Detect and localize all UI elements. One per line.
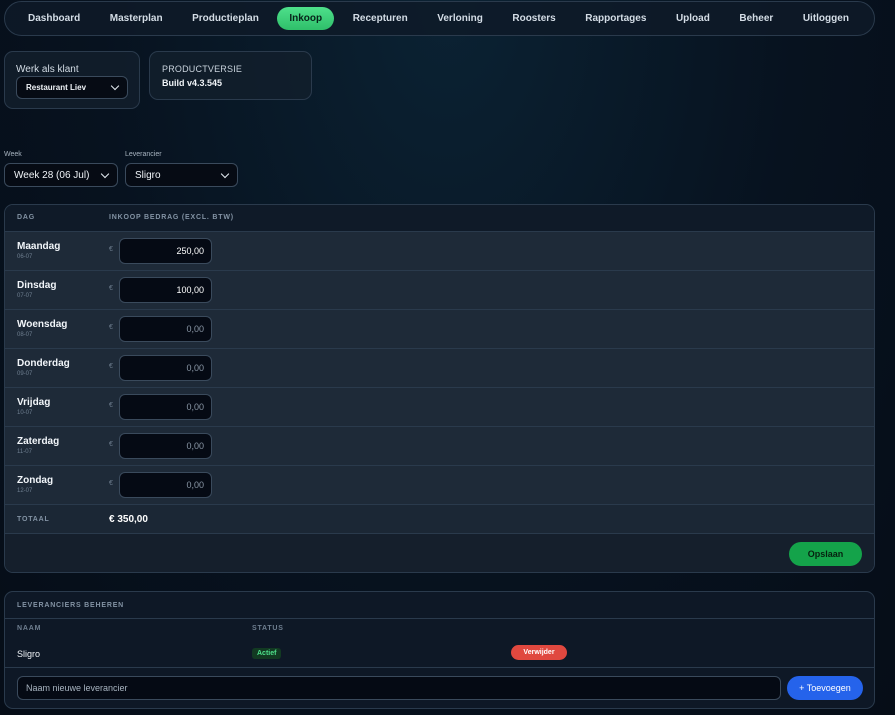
euro-icon: € — [109, 246, 113, 253]
leveranciers-title: LEVERANCIERS BEHEREN — [17, 602, 125, 609]
divider — [5, 667, 874, 668]
day-name: Vrijdag — [17, 397, 51, 408]
table-footer: Opslaan — [5, 533, 874, 572]
amount-input-maandag[interactable] — [119, 238, 212, 264]
day-date: 06-07 — [17, 254, 33, 260]
day-name: Maandag — [17, 241, 61, 252]
nav-upload[interactable]: Upload — [665, 7, 721, 30]
amount-input-vrijdag[interactable] — [119, 394, 212, 420]
day-name: Dinsdag — [17, 280, 57, 291]
day-name: Donderdag — [17, 358, 70, 369]
inkoop-table: DAG INKOOP BEDRAG (EXCL. BTW) Maandag 06… — [4, 204, 875, 573]
day-date: 07-07 — [17, 293, 33, 299]
col-naam: NAAM — [17, 625, 42, 632]
add-leverancier-button[interactable]: + Toevoegen — [787, 676, 863, 700]
leveranciers-card: LEVERANCIERS BEHEREN NAAM STATUS Sligro … — [4, 591, 875, 709]
euro-icon: € — [109, 480, 113, 487]
week-selected: Week 28 (06 Jul) — [14, 169, 90, 181]
day-date: 08-07 — [17, 332, 33, 338]
week-select[interactable]: Week 28 (06 Jul) — [4, 163, 118, 187]
euro-icon: € — [109, 324, 113, 331]
day-name: Zaterdag — [17, 436, 60, 447]
leverancier-label: Leverancier — [125, 151, 162, 158]
chevron-down-icon — [110, 81, 120, 91]
top-nav: Dashboard Masterplan Productieplan Inkoo… — [4, 1, 875, 36]
versie-label: PRODUCTVERSIE — [162, 64, 243, 74]
leverancier-selected: Sligro — [135, 169, 161, 181]
total-value: € 350,00 — [109, 514, 148, 525]
euro-icon: € — [109, 441, 113, 448]
euro-icon: € — [109, 285, 113, 292]
day-name: Zondag — [17, 475, 54, 486]
table-row: Zondag 12-07 € — [5, 465, 874, 504]
euro-icon: € — [109, 402, 113, 409]
save-button[interactable]: Opslaan — [789, 542, 862, 566]
day-date: 11-07 — [17, 449, 32, 455]
nav-masterplan[interactable]: Masterplan — [99, 7, 174, 30]
new-leverancier-input[interactable] — [17, 676, 781, 700]
amount-input-zaterdag[interactable] — [119, 433, 212, 459]
euro-icon: € — [109, 363, 113, 370]
col-dag: DAG — [17, 214, 35, 221]
day-date: 12-07 — [17, 488, 33, 494]
total-row: TOTAAL € 350,00 — [5, 504, 874, 533]
table-row: Woensdag 08-07 € — [5, 309, 874, 348]
nav-uitloggen[interactable]: Uitloggen — [792, 7, 860, 30]
week-label: Week — [4, 151, 22, 158]
amount-input-woensdag[interactable] — [119, 316, 212, 342]
table-row: Maandag 06-07 € — [5, 231, 874, 270]
chevron-down-icon — [100, 169, 110, 178]
klant-label: Werk als klant — [16, 64, 79, 75]
leverancier-select[interactable]: Sligro — [125, 163, 238, 187]
table-row: Zaterdag 11-07 € — [5, 426, 874, 465]
versie-card: PRODUCTVERSIE Build v4.3.545 — [149, 51, 312, 100]
nav-rapportages[interactable]: Rapportages — [574, 7, 657, 30]
status-badge: Actief — [252, 648, 282, 659]
amount-input-zondag[interactable] — [119, 472, 212, 498]
col-status: STATUS — [252, 625, 284, 632]
nav-dashboard[interactable]: Dashboard — [17, 7, 91, 30]
nav-verloning[interactable]: Verloning — [426, 7, 494, 30]
delete-leverancier-button[interactable]: Verwijder — [511, 645, 567, 660]
nav-roosters[interactable]: Roosters — [501, 7, 566, 30]
table-row: Vrijdag 10-07 € — [5, 387, 874, 426]
col-bedrag: INKOOP BEDRAG (EXCL. BTW) — [109, 214, 234, 221]
day-name: Woensdag — [17, 319, 68, 330]
day-date: 10-07 — [17, 410, 33, 416]
amount-input-donderdag[interactable] — [119, 355, 212, 381]
chevron-down-icon — [220, 169, 230, 178]
divider — [5, 618, 874, 619]
versie-value: Build v4.3.545 — [162, 78, 223, 88]
nav-productieplan[interactable]: Productieplan — [181, 7, 270, 30]
nav-beheer[interactable]: Beheer — [728, 7, 784, 30]
klant-selected: Restaurant Liev — [26, 83, 87, 92]
table-row: Dinsdag 07-07 € — [5, 270, 874, 309]
total-label: TOTAAL — [17, 516, 50, 523]
nav-recepturen[interactable]: Recepturen — [342, 7, 419, 30]
nav-inkoop[interactable]: Inkoop — [277, 7, 335, 30]
table-row: Donderdag 09-07 € — [5, 348, 874, 387]
klant-select[interactable]: Restaurant Liev — [16, 76, 128, 99]
amount-input-dinsdag[interactable] — [119, 277, 212, 303]
table-header: DAG INKOOP BEDRAG (EXCL. BTW) — [5, 205, 874, 231]
day-date: 09-07 — [17, 371, 33, 377]
klant-card: Werk als klant Restaurant Liev — [4, 51, 140, 109]
leverancier-name: Sligro — [17, 649, 41, 659]
